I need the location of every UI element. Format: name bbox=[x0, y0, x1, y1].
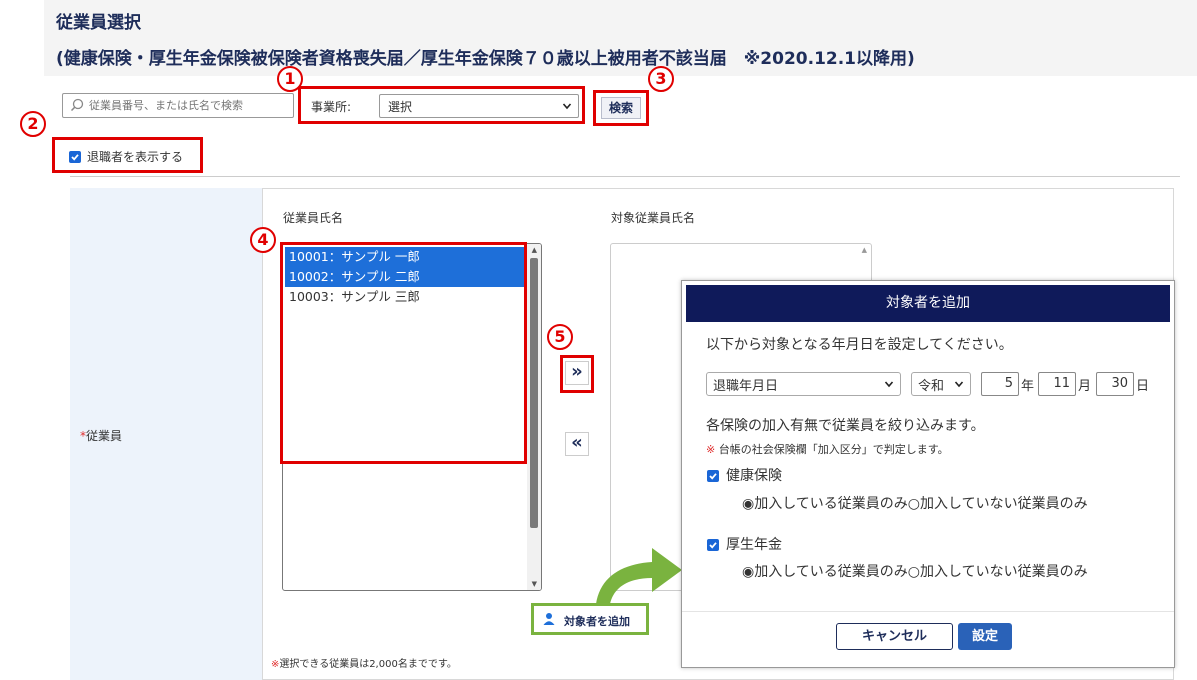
year-unit: 年 bbox=[1021, 379, 1035, 394]
month-input[interactable]: 11 bbox=[1038, 372, 1076, 396]
dialog-divider bbox=[682, 611, 1174, 612]
person-icon bbox=[542, 612, 556, 630]
search-input[interactable] bbox=[89, 96, 289, 115]
list-highlight bbox=[280, 242, 527, 464]
day-unit: 日 bbox=[1136, 379, 1150, 394]
chevron-down-icon bbox=[884, 378, 894, 393]
annotation-marker-3: 3 bbox=[648, 66, 674, 92]
annotation-marker-1: 1 bbox=[277, 66, 303, 92]
employee-field-label: *従業員 bbox=[80, 429, 123, 443]
filter-description: 各保険の加入有無で従業員を絞り込みます。 bbox=[706, 418, 985, 434]
scroll-down-icon[interactable]: ▼ bbox=[532, 580, 537, 588]
add-target-dialog: 対象者を追加 以下から対象となる年月日を設定してください。 退職年月日 令和 5… bbox=[681, 280, 1175, 668]
annotation-marker-2: 2 bbox=[20, 111, 46, 137]
search-icon bbox=[70, 98, 84, 116]
show-retired-label: 退職者を表示する bbox=[87, 150, 184, 164]
add-target-label: 対象者を追加 bbox=[564, 615, 630, 628]
health-insurance-checkbox[interactable] bbox=[707, 470, 719, 482]
search-field[interactable] bbox=[62, 93, 294, 118]
target-list-header: 対象従業員氏名 bbox=[611, 211, 696, 225]
health-radio-group: ◉加入している従業員のみ○加入していない従業員のみ bbox=[742, 493, 1088, 513]
radio-health-joined[interactable]: ◉加入している従業員のみ bbox=[742, 496, 908, 512]
selection-limit-note: ※選択できる従業員は2,000名までです。 bbox=[271, 659, 457, 670]
confirm-button[interactable]: 設定 bbox=[958, 623, 1012, 650]
era-value: 令和 bbox=[918, 379, 945, 394]
note-mark: ※ bbox=[706, 443, 716, 456]
radio-health-not-joined[interactable]: ○加入していない従業員のみ bbox=[908, 496, 1088, 512]
office-filter: 事業所: 選択 bbox=[298, 86, 585, 124]
scroll-up-icon[interactable]: ▲ bbox=[862, 246, 867, 254]
listbox-scrollbar[interactable]: ▲ ▼ bbox=[527, 244, 541, 590]
date-type-select[interactable]: 退職年月日 bbox=[706, 372, 901, 396]
year-input[interactable]: 5 bbox=[981, 372, 1019, 396]
health-insurance-label: 健康保険 bbox=[726, 468, 782, 484]
page-title: 従業員選択 bbox=[56, 13, 141, 33]
day-input[interactable]: 30 bbox=[1096, 372, 1134, 396]
employee-list-header: 従業員氏名 bbox=[283, 211, 344, 225]
pension-radio-group: ◉加入している従業員のみ○加入していない従業員のみ bbox=[742, 561, 1088, 581]
month-unit: 月 bbox=[1078, 379, 1092, 394]
date-type-value: 退職年月日 bbox=[713, 379, 779, 394]
divider bbox=[70, 176, 1180, 177]
move-right-button[interactable]: » bbox=[565, 361, 589, 385]
chevron-down-icon bbox=[954, 378, 964, 393]
scrollbar-thumb[interactable] bbox=[530, 258, 538, 528]
cancel-button[interactable]: キャンセル bbox=[836, 623, 953, 650]
annotation-marker-5: 5 bbox=[547, 324, 573, 350]
dialog-title: 対象者を追加 bbox=[686, 285, 1170, 322]
radio-pension-not-joined[interactable]: ○加入していない従業員のみ bbox=[908, 564, 1088, 580]
era-select[interactable]: 令和 bbox=[911, 372, 971, 396]
callout-arrow-icon bbox=[596, 548, 682, 604]
chevron-down-icon bbox=[562, 100, 572, 114]
dialog-note: ※ 台帳の社会保険欄「加入区分」で判定します。 bbox=[706, 443, 949, 456]
search-button-highlight: 検索 bbox=[593, 90, 649, 126]
radio-pension-joined[interactable]: ◉加入している従業員のみ bbox=[742, 564, 908, 580]
office-select-value: 選択 bbox=[388, 100, 413, 114]
page-subtitle: (健康保険・厚生年金保険被保険者資格喪失届／厚生年金保険７０歳以上被用者不該当届… bbox=[56, 49, 915, 69]
office-select[interactable]: 選択 bbox=[379, 94, 579, 118]
move-left-button[interactable]: « bbox=[565, 432, 589, 456]
office-label: 事業所: bbox=[311, 100, 352, 114]
annotation-marker-4: 4 bbox=[250, 227, 276, 253]
pension-checkbox[interactable] bbox=[707, 539, 719, 551]
pension-label: 厚生年金 bbox=[726, 537, 782, 553]
search-button[interactable]: 検索 bbox=[601, 97, 641, 119]
show-retired-checkbox[interactable] bbox=[69, 151, 81, 163]
scroll-up-icon[interactable]: ▲ bbox=[532, 246, 537, 254]
show-retired-option: 退職者を表示する bbox=[52, 137, 203, 173]
dialog-instruction: 以下から対象となる年月日を設定してください。 bbox=[706, 337, 1013, 353]
